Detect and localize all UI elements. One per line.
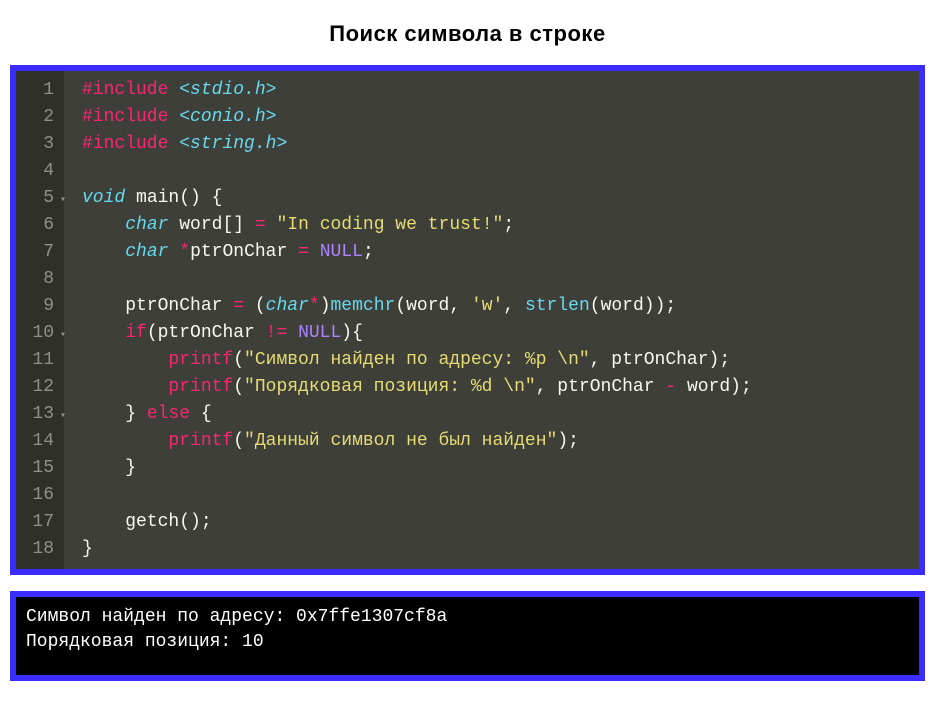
line-number: 5 [22, 185, 54, 212]
code-editor-frame: 123456789101112131415161718 #include <st… [10, 65, 925, 575]
code-line [82, 482, 909, 509]
code-line: printf("Символ найден по адресу: %p \n",… [82, 347, 909, 374]
line-number: 9 [22, 293, 54, 320]
line-number: 18 [22, 536, 54, 563]
code-line [82, 158, 909, 185]
code-line: ptrOnChar = (char*)memchr(word, 'w', str… [82, 293, 909, 320]
line-number: 4 [22, 158, 54, 185]
code-editor: 123456789101112131415161718 #include <st… [16, 71, 919, 569]
line-number: 15 [22, 455, 54, 482]
code-line: if(ptrOnChar != NULL){ [82, 320, 909, 347]
line-number: 11 [22, 347, 54, 374]
code-line: getch(); [82, 509, 909, 536]
code-line: } else { [82, 401, 909, 428]
line-number: 13 [22, 401, 54, 428]
line-number: 8 [22, 266, 54, 293]
console-output: Символ найден по адресу: 0x7ffe1307cf8a … [10, 591, 925, 681]
code-content: #include <stdio.h>#include <conio.h>#inc… [64, 71, 919, 569]
code-line: char word[] = "In coding we trust!"; [82, 212, 909, 239]
code-line: char *ptrOnChar = NULL; [82, 239, 909, 266]
line-number: 14 [22, 428, 54, 455]
line-number: 3 [22, 131, 54, 158]
code-line: } [82, 536, 909, 563]
page-title: Поиск символа в строке [10, 21, 925, 47]
code-line: printf("Данный символ не был найден"); [82, 428, 909, 455]
line-number: 1 [22, 77, 54, 104]
code-line: #include <conio.h> [82, 104, 909, 131]
line-number: 10 [22, 320, 54, 347]
line-number: 7 [22, 239, 54, 266]
code-line: #include <stdio.h> [82, 77, 909, 104]
line-number: 16 [22, 482, 54, 509]
line-number: 6 [22, 212, 54, 239]
code-line: } [82, 455, 909, 482]
line-number: 2 [22, 104, 54, 131]
line-number: 17 [22, 509, 54, 536]
code-line [82, 266, 909, 293]
code-line: #include <string.h> [82, 131, 909, 158]
line-number-gutter: 123456789101112131415161718 [16, 71, 64, 569]
code-line: printf("Порядковая позиция: %d \n", ptrO… [82, 374, 909, 401]
line-number: 12 [22, 374, 54, 401]
code-line: void main() { [82, 185, 909, 212]
